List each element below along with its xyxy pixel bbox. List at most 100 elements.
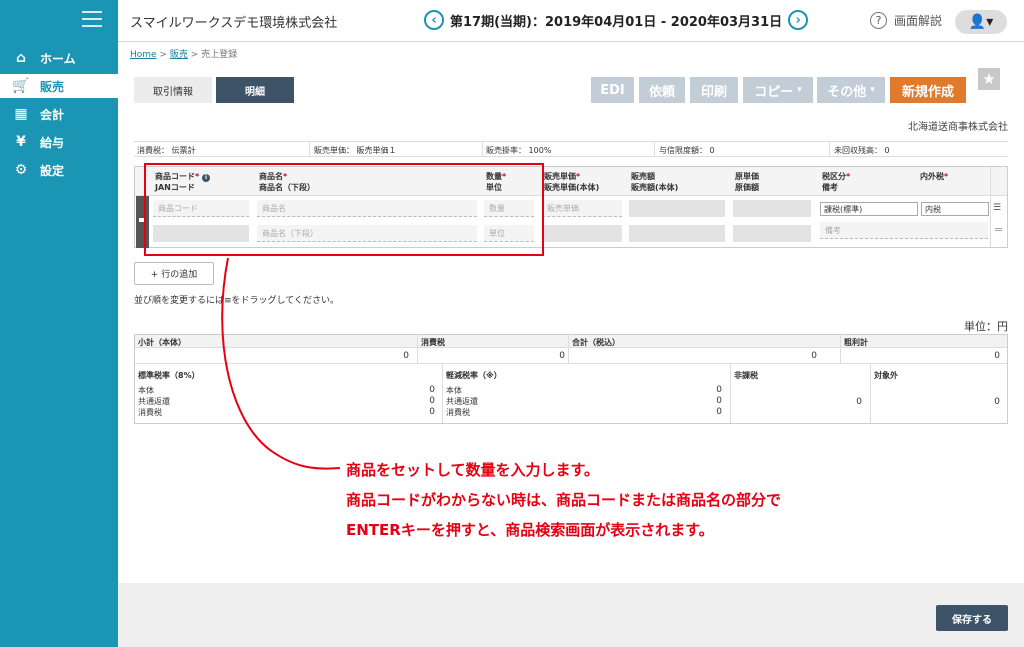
sidebar-item-label: 会計 (40, 107, 65, 122)
sale-price-net-field (542, 225, 622, 242)
breadcrumb-separator: > (187, 50, 202, 60)
profit-value: 0 (994, 351, 1000, 361)
header-sale-amount: 販売額 販売額(本体) (631, 172, 679, 192)
header-cost: 原単価 原価額 (735, 172, 759, 192)
sidebar-item-accounting[interactable]: ▦ 会計 (0, 102, 118, 126)
tax-category-select[interactable]: 課税(標準) (820, 202, 918, 216)
info-price-value: 販売単価１ (356, 146, 397, 155)
help-button[interactable]: ? 画面解説 (870, 12, 942, 29)
request-button[interactable]: 依頼 (639, 77, 685, 103)
info-unpaid-label: 未回収残高： (834, 146, 882, 155)
top-bar: スマイルワークスデモ環境株式会社 ‹ 第17期(当期)：2019年04月01日 … (118, 0, 1024, 42)
money-bag-icon: ¥ (16, 134, 26, 150)
company-name: スマイルワークスデモ環境株式会社 (130, 16, 338, 31)
info-price: 販売単価： 販売単価１ (314, 145, 397, 156)
header-tax-category: 税区分* 備考 (822, 172, 851, 192)
next-period-icon[interactable]: › (788, 10, 809, 30)
tax-value: 0 (559, 351, 565, 361)
subtotal-value: 0 (403, 351, 409, 361)
standard-rate-values: 000 (429, 385, 435, 417)
exempt-label: 対象外 (874, 371, 898, 380)
sidebar-item-home[interactable]: ⌂ ホーム (0, 46, 118, 70)
info-credit: 与信限度額： 0 (659, 145, 715, 156)
sidebar-item-label: ホーム (40, 51, 76, 66)
info-row: 消費税： 伝票計 販売単価： 販売単価１ 販売掛率： 100% 与信限度額： 0… (134, 141, 1008, 157)
row-menu-icon[interactable]: ☰ (993, 203, 1001, 213)
standard-rate-keys: 本体 共通返還 消費税 (138, 386, 170, 417)
highlight-box (144, 163, 544, 256)
profit-label: 粗利計 (844, 338, 868, 347)
app-window: ⌂ ホーム 🛒 販売 ▦ 会計 ¥ 給与 ⚙ 設定 スマイルワークスデモ環境株式会社 ‹ … (0, 0, 1024, 647)
annotation-line: 商品をセットして数量を入力します。 (346, 461, 600, 479)
totals-panel: 小計（本体） 0 消費税 0 合計（税込） 0 粗利計 0 標準税率（8%） 本… (134, 334, 1008, 424)
currency-unit-label: 単位：円 (964, 320, 1008, 333)
period-label: 第17期(当期)：2019年04月01日 - 2020年03月31日 (450, 14, 783, 30)
total-label: 合計（税込） (572, 338, 620, 347)
info-rate-value: 100% (528, 146, 552, 155)
user-menu-button[interactable]: 👤▾ (955, 10, 1007, 34)
info-rate: 販売掛率： 100% (486, 145, 551, 156)
add-row-button[interactable]: + 行の追加 (134, 262, 214, 285)
breadcrumb-home[interactable]: Home (130, 50, 157, 60)
info-rate-label: 販売掛率： (486, 146, 526, 155)
info-tax: 消費税： 伝票計 (137, 145, 196, 156)
save-button[interactable]: 保存する (936, 605, 1008, 631)
sidebar: ⌂ ホーム 🛒 販売 ▦ 会計 ¥ 給与 ⚙ 設定 (0, 0, 118, 647)
tab-detail[interactable]: 明細 (216, 77, 294, 103)
question-icon: ? (870, 12, 887, 29)
sale-amount-net-field (629, 225, 725, 242)
total-value: 0 (811, 351, 817, 361)
prev-period-icon[interactable]: ‹ (424, 10, 444, 30)
standard-rate-label: 標準税率（8%） (138, 371, 200, 380)
sidebar-item-sales[interactable]: 🛒 販売 (0, 74, 118, 98)
tax-label: 消費税 (421, 338, 445, 347)
sidebar-item-label: 販売 (40, 79, 65, 94)
chevron-down-icon: ▾ (797, 85, 802, 95)
info-credit-value: 0 (709, 146, 715, 155)
exempt-value: 0 (994, 397, 1000, 407)
breadcrumb-sales[interactable]: 販売 (170, 50, 188, 60)
home-icon: ⌂ (15, 50, 27, 66)
copy-button[interactable]: コピー ▾ (743, 77, 813, 103)
breadcrumb-current: 売上登録 (201, 50, 238, 60)
tax-mode-select[interactable]: 内税 (921, 202, 989, 216)
breadcrumb-separator: > (156, 50, 170, 60)
period-selector: ‹ 第17期(当期)：2019年04月01日 - 2020年03月31日 › (424, 10, 809, 30)
header-tax-mode: 内外税* (920, 172, 949, 181)
sidebar-item-label: 給与 (40, 135, 65, 150)
reduced-rate-label: 軽減税率（※） (446, 371, 502, 380)
sale-price-input[interactable]: 販売単価 (542, 200, 622, 217)
print-button[interactable]: 印刷 (690, 77, 738, 103)
sidebar-item-payroll[interactable]: ¥ 給与 (0, 130, 118, 154)
header-sale-price: 販売単価* 販売単価(本体) (544, 172, 600, 192)
other-label: その他 (827, 84, 867, 100)
drag-reorder-icon[interactable]: = (994, 223, 1003, 236)
subtotal-label: 小計（本体） (138, 338, 186, 347)
reduced-rate-keys: 本体 共通返還 消費税 (446, 386, 478, 417)
tab-transaction-info[interactable]: 取引情報 (134, 77, 212, 103)
nontax-label: 非課税 (734, 371, 758, 380)
info-tax-label: 消費税： (137, 146, 169, 155)
info-credit-label: 与信限度額： (659, 146, 707, 155)
info-unpaid: 未回収残高： 0 (834, 145, 890, 156)
drag-hint-text: 並び順を変更するには≡をドラッグしてください。 (134, 296, 340, 306)
info-tax-value: 伝票計 (171, 146, 196, 155)
edi-button[interactable]: EDI (591, 77, 634, 103)
cart-icon: 🛒 (12, 78, 30, 94)
star-icon[interactable]: ★ (978, 68, 1000, 90)
calculator-icon: ▦ (14, 106, 28, 122)
info-unpaid-value: 0 (884, 146, 890, 155)
new-create-button[interactable]: 新規作成 (890, 77, 966, 103)
annotation-text: 商品をセットして数量を入力します。 商品コードがわからない時は、商品コードまたは… (346, 455, 781, 545)
hamburger-menu-icon[interactable] (82, 11, 102, 27)
info-price-label: 販売単価： (314, 146, 354, 155)
note-input[interactable]: 備考 (820, 222, 988, 239)
sidebar-item-settings[interactable]: ⚙ 設定 (0, 158, 118, 182)
sale-amount-field (629, 200, 725, 217)
other-button[interactable]: その他 ▾ (817, 77, 885, 103)
sidebar-item-label: 設定 (40, 163, 65, 178)
annotation-line: ENTERキーを押すと、商品検索画面が表示されます。 (346, 521, 714, 539)
annotation-line: 商品コードがわからない時は、商品コードまたは商品名の部分で (346, 491, 782, 509)
nontax-value: 0 (856, 397, 862, 407)
reduced-rate-values: 000 (716, 385, 722, 417)
